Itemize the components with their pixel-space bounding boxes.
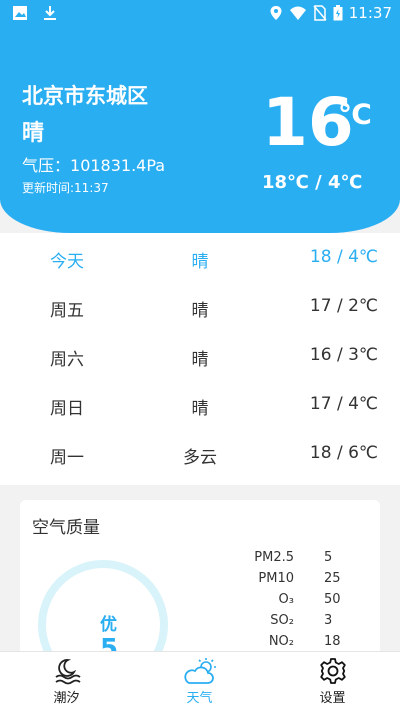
pollutant-row: PM10 25: [220, 571, 380, 592]
status-bar: 11:37: [0, 0, 400, 28]
pollutant-row: PM2.5 5: [220, 550, 380, 571]
pollutant-name: PM10: [258, 571, 294, 586]
download-icon: [44, 6, 56, 20]
no-sim-icon: [313, 5, 327, 21]
forecast-row[interactable]: 周五 晴 17 / 2℃: [0, 282, 400, 331]
weather-header: 北京市东城区 晴 气压：101831.4Pa 更新时间:11:37 16 ℃ 1…: [0, 28, 400, 233]
battery-icon: [333, 5, 343, 21]
tide-icon: [54, 659, 81, 685]
pollutant-value: 18: [324, 634, 341, 649]
current-condition: 晴: [22, 121, 45, 146]
nav-tide[interactable]: 潮汐: [0, 652, 133, 712]
temperature-unit: ℃: [338, 98, 372, 131]
location-icon: [270, 6, 282, 20]
nav-label: 潮汐: [53, 691, 80, 706]
forecast-row[interactable]: 今天 晴 18 / 4℃: [0, 233, 400, 282]
nav-weather[interactable]: 天气: [133, 652, 266, 712]
forecast-range: 17 / 2℃: [309, 296, 378, 316]
aqi-level: 优: [100, 615, 117, 635]
pollutant-name: O₃: [278, 592, 294, 607]
wifi-icon: [289, 6, 306, 20]
pollutant-name: PM2.5: [254, 550, 294, 565]
forecast-row[interactable]: 周日 晴 17 / 4℃: [0, 380, 400, 429]
forecast-range: 18 / 4℃: [309, 247, 378, 267]
pollutant-table: PM2.5 5 PM10 25 O₃ 50 SO₂ 3 NO₂ 18: [220, 550, 380, 655]
temperature-range: 18℃ / 4℃: [262, 172, 363, 193]
pressure-row: 气压：101831.4Pa: [22, 152, 165, 176]
nav-label: 天气: [186, 691, 213, 706]
pollutant-name: NO₂: [268, 634, 294, 649]
settings-icon: [319, 658, 346, 684]
pollutant-row: O₃ 50: [220, 592, 380, 613]
update-row: 更新时间:11:37: [22, 179, 109, 196]
pressure-value: 101831.4Pa: [70, 156, 166, 175]
pressure-label: 气压：: [22, 156, 71, 175]
forecast-range: 17 / 4℃: [309, 394, 378, 414]
pollutant-value: 3: [324, 613, 333, 628]
air-quality-card: 空气质量 优 5 PM2.5 5 PM10 25 O₃ 50 SO₂ 3 NO₂…: [20, 500, 380, 660]
forecast-range: 16 / 3℃: [309, 345, 378, 365]
forecast-range: 18 / 6℃: [309, 443, 378, 463]
nav-label: 设置: [319, 691, 346, 706]
pollutant-value: 5: [324, 550, 333, 565]
pollutant-name: SO₂: [270, 613, 294, 628]
forecast-row[interactable]: 周一 多云 18 / 6℃: [0, 429, 400, 478]
air-quality-title: 空气质量: [32, 518, 100, 538]
bottom-nav: 潮汐 天气 设置: [0, 651, 400, 712]
update-label: 更新时间:: [22, 181, 75, 195]
nav-settings[interactable]: 设置: [266, 652, 399, 712]
status-time: 11:37: [348, 4, 392, 22]
update-time: 11:37: [74, 181, 109, 195]
forecast-row[interactable]: 周六 晴 16 / 3℃: [0, 331, 400, 380]
pollutant-value: 50: [324, 592, 341, 607]
forecast-list: 今天 晴 18 / 4℃ 周五 晴 17 / 2℃ 周六 晴 16 / 3℃ 周…: [0, 233, 400, 485]
pollutant-row: SO₂ 3: [220, 613, 380, 634]
weather-icon: [183, 658, 216, 684]
image-icon: [13, 6, 27, 20]
pollutant-value: 25: [324, 571, 341, 586]
city-name: 北京市东城区: [22, 84, 148, 108]
